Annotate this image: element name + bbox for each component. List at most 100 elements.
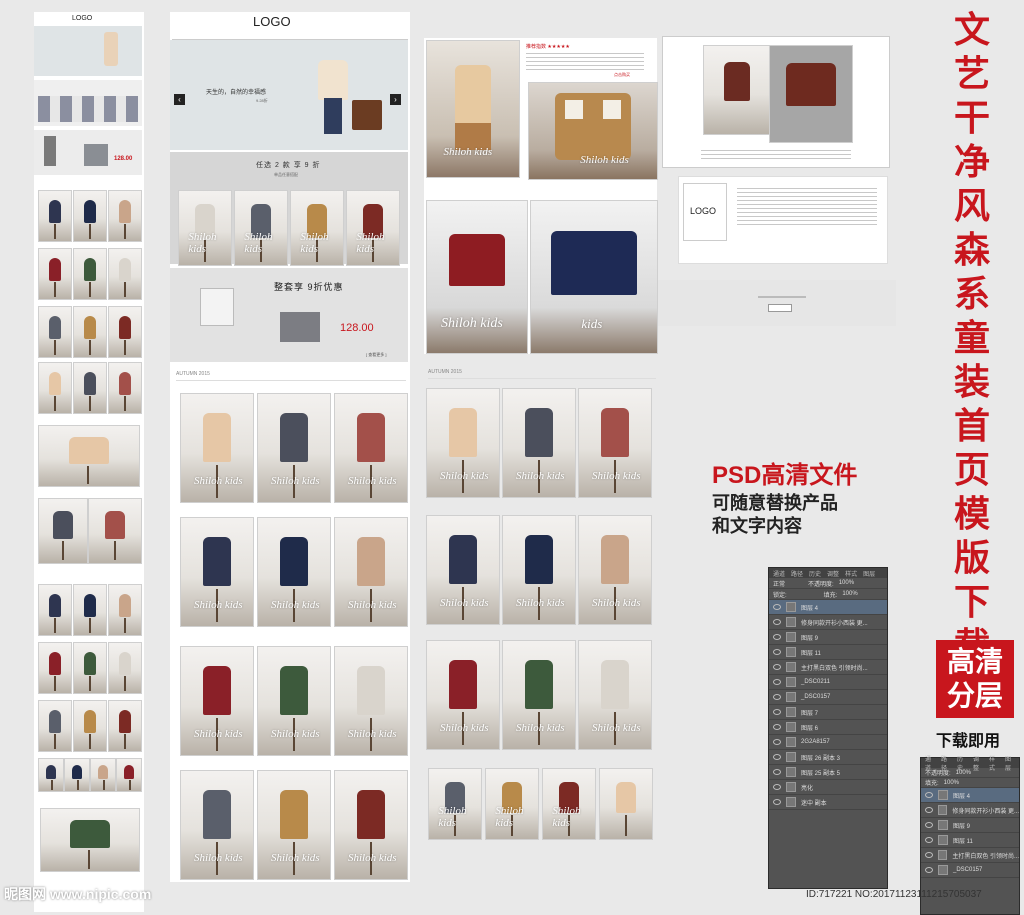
product-thumb[interactable]	[116, 758, 142, 792]
ps-fill-value[interactable]: 100%	[842, 591, 857, 597]
product-thumb[interactable]: Shiloh kids	[334, 393, 408, 503]
product-thumb[interactable]	[38, 758, 64, 792]
ps-layer-row[interactable]: 图层 26 副本 3	[769, 750, 887, 765]
eye-icon[interactable]	[925, 807, 933, 813]
product-thumb[interactable]: Shiloh kids	[180, 517, 254, 627]
ps-layer-row[interactable]: 亮化	[769, 780, 887, 795]
detail-buy-link[interactable]: 点击购买	[614, 72, 630, 78]
product-thumb[interactable]: Shiloh kids	[257, 770, 331, 880]
eye-icon[interactable]	[773, 754, 781, 760]
eye-icon[interactable]	[773, 724, 781, 730]
product-thumb[interactable]: Shiloh kids	[180, 393, 254, 503]
footer-button[interactable]	[768, 304, 792, 312]
product-thumb[interactable]	[38, 584, 72, 636]
product-thumb[interactable]	[38, 642, 72, 694]
ps-layer-row[interactable]: 图层 11	[769, 645, 887, 660]
ps-layer-row[interactable]: 图层 25 副本 5	[769, 765, 887, 780]
product-thumb[interactable]: Shiloh kids	[257, 646, 331, 756]
hero-next-arrow[interactable]: ›	[390, 94, 401, 105]
ps-tab[interactable]: 图层	[1005, 754, 1015, 772]
product-thumb[interactable]	[38, 190, 72, 242]
ps-layer-row[interactable]: 图层 11	[921, 833, 1019, 848]
ps-layer-row[interactable]: 图层 6	[769, 720, 887, 735]
product-thumb[interactable]	[64, 758, 90, 792]
ps-tab[interactable]: 样式	[989, 754, 999, 772]
product-thumb[interactable]	[38, 498, 88, 564]
ps-layer-row[interactable]: 主打黑白双色 引领时尚...	[921, 848, 1019, 863]
product-thumb[interactable]	[108, 642, 142, 694]
product-thumb[interactable]	[73, 700, 107, 752]
ps-tab[interactable]: 路径	[791, 569, 803, 578]
ps-layer-row[interactable]: _DSC0157	[921, 863, 1019, 878]
ps-layer-row[interactable]: 图层 7	[769, 705, 887, 720]
product-thumb[interactable]: Shiloh kids	[426, 515, 500, 625]
product-thumb[interactable]	[108, 362, 142, 414]
product-thumb[interactable]: Shiloh kids	[502, 515, 576, 625]
product-thumb[interactable]: Shiloh kids	[290, 190, 344, 266]
ps-fill-value-small[interactable]: 100%	[944, 780, 959, 786]
ps-tab[interactable]: 通道	[773, 569, 785, 578]
product-thumb[interactable]: Shiloh kids	[334, 770, 408, 880]
ps-tab[interactable]: 调整	[973, 754, 983, 772]
product-thumb[interactable]	[73, 306, 107, 358]
ps-layer-row[interactable]: _DSC0157	[769, 690, 887, 705]
product-thumb[interactable]: Shiloh kids	[426, 640, 500, 750]
eye-icon[interactable]	[773, 709, 781, 715]
ps-layer-row[interactable]: 主打黑白双色 引领时尚...	[769, 660, 887, 675]
eye-icon[interactable]	[773, 679, 781, 685]
eye-icon[interactable]	[773, 769, 781, 775]
product-thumb[interactable]	[108, 306, 142, 358]
ps-layer-row[interactable]: _DSC0211	[769, 675, 887, 690]
product-thumb[interactable]: Shiloh kids	[180, 770, 254, 880]
eye-icon[interactable]	[925, 792, 933, 798]
product-thumb[interactable]: Shiloh kids	[180, 646, 254, 756]
product-thumb[interactable]	[38, 425, 140, 487]
ps-layer-row[interactable]: 图层 9	[769, 630, 887, 645]
product-thumb[interactable]: Shiloh kids	[334, 646, 408, 756]
product-thumb[interactable]	[38, 306, 72, 358]
ps-layer-row[interactable]: 图层 4	[769, 600, 887, 615]
product-thumb[interactable]: Shiloh kids	[426, 388, 500, 498]
eye-icon[interactable]	[773, 649, 781, 655]
ps-layer-row[interactable]: 迷中 副本	[769, 795, 887, 810]
product-thumb[interactable]: Shiloh kids	[578, 515, 652, 625]
product-thumb[interactable]	[88, 498, 142, 564]
ps-tab[interactable]: 样式	[845, 569, 857, 578]
product-thumb[interactable]	[108, 190, 142, 242]
product-thumb[interactable]	[73, 642, 107, 694]
product-thumb[interactable]	[108, 248, 142, 300]
product-thumb[interactable]	[73, 584, 107, 636]
product-thumb[interactable]	[108, 700, 142, 752]
product-thumb[interactable]	[108, 584, 142, 636]
product-thumb[interactable]: Shiloh kids	[502, 640, 576, 750]
ps-layer-row[interactable]: 修身同款开衫小西装 更...	[769, 615, 887, 630]
ps-blend-mode[interactable]: 正常	[773, 579, 785, 588]
product-thumb[interactable]	[599, 768, 653, 840]
hero-prev-arrow[interactable]: ‹	[174, 94, 185, 105]
eye-icon[interactable]	[773, 664, 781, 670]
ps-opacity-value[interactable]: 100%	[839, 580, 854, 586]
product-thumb[interactable]: Shiloh kids	[257, 517, 331, 627]
eye-icon[interactable]	[773, 634, 781, 640]
product-thumb[interactable]	[73, 248, 107, 300]
eye-icon[interactable]	[773, 619, 781, 625]
ps-layer-row[interactable]: 图层 4	[921, 788, 1019, 803]
product-thumb[interactable]: Shiloh kids	[178, 190, 232, 266]
ps-opacity-value-small[interactable]: 100%	[956, 770, 971, 776]
eye-icon[interactable]	[925, 852, 933, 858]
eye-icon[interactable]	[925, 822, 933, 828]
ps-layer-row[interactable]: 修身同款开衫小西装 更...	[921, 803, 1019, 818]
ps-tab[interactable]: 图层	[863, 569, 875, 578]
product-thumb[interactable]: Shiloh kids	[578, 388, 652, 498]
product-thumb[interactable]	[73, 362, 107, 414]
eye-icon[interactable]	[773, 799, 781, 805]
eye-icon[interactable]	[773, 784, 781, 790]
eye-icon[interactable]	[925, 867, 933, 873]
ps-tab[interactable]: 调整	[827, 569, 839, 578]
product-thumb[interactable]: Shiloh kids	[542, 768, 596, 840]
eye-icon[interactable]	[925, 837, 933, 843]
product-thumb[interactable]: Shiloh kids	[234, 190, 288, 266]
eye-icon[interactable]	[773, 694, 781, 700]
product-thumb[interactable]: Shiloh kids	[485, 768, 539, 840]
product-thumb[interactable]	[38, 362, 72, 414]
